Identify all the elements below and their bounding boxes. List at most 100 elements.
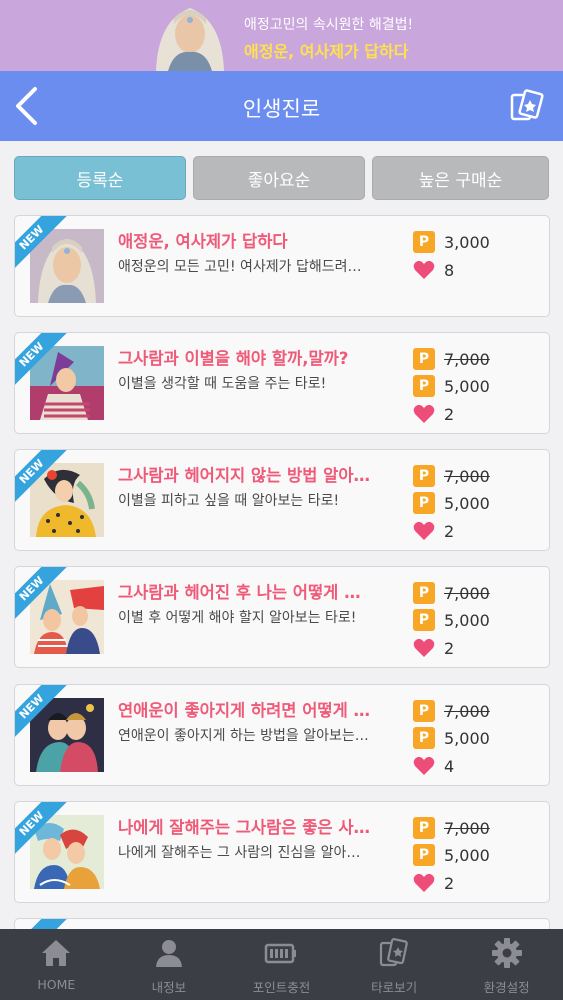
point-icon: P <box>413 727 435 749</box>
banner-tagline: 애정고민의 속시원한 해결법! <box>244 17 414 33</box>
tarot-cards-icon <box>379 938 408 967</box>
page-title: 인생진로 <box>242 97 321 121</box>
item-title: 나에게 잘해주는 그사람은 좋은 사… <box>118 818 370 837</box>
heart-icon <box>413 521 435 540</box>
like-count: 2 <box>444 638 455 658</box>
point-icon: P <box>413 582 435 604</box>
likes-row: 2 <box>413 402 454 426</box>
item-title: 그사람과 헤어진 후 나는 어떻게 해… <box>118 583 370 602</box>
tarot-cards-button[interactable] <box>506 87 548 127</box>
nav-settings-label: 환경설정 <box>483 980 530 995</box>
tarot-cards-icon <box>510 89 544 121</box>
like-count: 2 <box>444 521 455 541</box>
nav-tarot[interactable]: 타로보기 <box>338 929 451 1000</box>
tab-likes[interactable]: 좋아요순 <box>193 156 365 200</box>
tab-top-purchases[interactable]: 높은 구매순 <box>372 156 549 200</box>
price: 3,000 <box>444 232 490 252</box>
list-item[interactable]: NEW 애정운, 여사제가 답하다 애정운의 모든 고민! 여사제가 답해드려요… <box>14 215 550 317</box>
tab-newest[interactable]: 등록순 <box>14 156 186 200</box>
item-description: 연애운이 좋아지게 하는 방법을 알아보는 … <box>118 728 370 744</box>
point-icon: P <box>413 492 435 514</box>
point-icon: P <box>413 700 435 722</box>
original-price: 7,000 <box>444 701 490 721</box>
likes-row: 4 <box>413 754 454 778</box>
new-badge: NEW <box>15 567 69 627</box>
item-description: 이별 후 어떻게 해야 할지 알아보는 타로! <box>118 610 357 626</box>
point-icon: P <box>413 231 435 253</box>
price: 5,000 <box>444 728 490 748</box>
user-icon <box>155 940 182 967</box>
item-title: 그사람과 헤어지지 않는 방법 알아… <box>118 466 370 485</box>
new-badge: NEW <box>15 450 69 510</box>
original-price-row: P 7,000 <box>413 347 490 371</box>
nav-my-info[interactable]: 내정보 <box>113 929 226 1000</box>
original-price: 7,000 <box>444 583 490 603</box>
new-badge: NEW <box>15 802 69 862</box>
item-title: 애정운, 여사제가 답하다 <box>118 232 288 251</box>
heart-icon <box>413 638 435 657</box>
priestess-portrait-image <box>138 0 242 71</box>
new-badge: NEW <box>15 216 69 276</box>
heart-icon <box>413 756 435 775</box>
item-description: 애정운의 모든 고민! 여사제가 답해드려요~ <box>118 259 370 275</box>
item-title: 연애운이 좋아지게 하려면 어떻게 … <box>118 701 370 720</box>
list-item[interactable]: NEW 그사람과 이별을 해야 할까,말까? 이별을 생각할 때 도움을 주는 … <box>14 332 550 434</box>
point-icon: P <box>413 465 435 487</box>
item-description: 이별을 생각할 때 도움을 주는 타로! <box>118 376 327 392</box>
nav-settings[interactable]: 환경설정 <box>450 929 563 1000</box>
original-price: 7,000 <box>444 818 490 838</box>
price-row: P 3,000 <box>413 230 490 254</box>
item-description: 이별을 피하고 싶을 때 알아보는 타로! <box>118 493 340 509</box>
nav-my-info-label: 내정보 <box>151 980 187 995</box>
heart-icon <box>413 404 435 423</box>
like-count: 4 <box>444 756 455 776</box>
like-count: 2 <box>444 404 455 424</box>
likes-row: 8 <box>413 258 454 282</box>
price-row: P 5,000 <box>413 491 490 515</box>
price-row: P 5,000 <box>413 726 490 750</box>
original-price-row: P 7,000 <box>413 699 490 723</box>
point-icon: P <box>413 844 435 866</box>
price: 5,000 <box>444 493 490 513</box>
nav-charge-points-label: 포인트충전 <box>252 980 311 995</box>
heart-icon <box>413 873 435 892</box>
point-icon: P <box>413 817 435 839</box>
price: 5,000 <box>444 376 490 396</box>
new-badge: NEW <box>15 685 69 745</box>
point-icon: P <box>413 375 435 397</box>
gear-icon <box>491 938 522 968</box>
bottom-nav: HOME 내정보 포인트충전 타로보기 환경설정 <box>0 929 563 1000</box>
price-row: P 5,000 <box>413 374 490 398</box>
like-count: 2 <box>444 873 455 893</box>
likes-row: 2 <box>413 519 454 543</box>
battery-icon <box>265 943 297 964</box>
original-price: 7,000 <box>444 466 490 486</box>
item-description: 나에게 잘해주는 그 사람의 진심을 알아보… <box>118 845 370 861</box>
likes-row: 2 <box>413 871 454 895</box>
list-item[interactable]: NEW 나에게 잘해주는 그사람은 좋은 사… 나에게 잘해주는 그 사람의 진… <box>14 801 550 903</box>
heart-icon <box>413 260 435 279</box>
original-price-row: P 7,000 <box>413 581 490 605</box>
nav-charge-points[interactable]: 포인트충전 <box>225 929 338 1000</box>
original-price: 7,000 <box>444 349 490 369</box>
point-icon: P <box>413 609 435 631</box>
point-icon: P <box>413 348 435 370</box>
new-badge: NEW <box>15 333 69 393</box>
item-title: 그사람과 이별을 해야 할까,말까? <box>118 349 349 368</box>
banner-title: 애정운, 여사제가 답하다 <box>244 42 409 61</box>
promo-banner[interactable]: 애정고민의 속시원한 해결법! 애정운, 여사제가 답하다 <box>0 0 563 71</box>
list-item[interactable]: NEW 연애운이 좋아지게 하려면 어떻게 … 연애운이 좋아지게 하는 방법을… <box>14 684 550 786</box>
likes-row: 2 <box>413 636 454 660</box>
nav-home-label: HOME <box>37 977 76 992</box>
nav-home[interactable]: HOME <box>0 929 113 1000</box>
list-item[interactable]: NEW 그사람과 헤어지지 않는 방법 알아… 이별을 피하고 싶을 때 알아보… <box>14 449 550 551</box>
home-icon <box>42 940 71 966</box>
original-price-row: P 7,000 <box>413 464 490 488</box>
like-count: 8 <box>444 260 455 280</box>
nav-tarot-label: 타로보기 <box>371 980 418 995</box>
price: 5,000 <box>444 845 490 865</box>
list-item[interactable]: NEW 그사람과 헤어진 후 나는 어떻게 해… 이별 후 어떻게 해야 할지 … <box>14 566 550 668</box>
price-row: P 5,000 <box>413 608 490 632</box>
app-header: 인생진로 <box>0 71 563 141</box>
original-price-row: P 7,000 <box>413 816 490 840</box>
